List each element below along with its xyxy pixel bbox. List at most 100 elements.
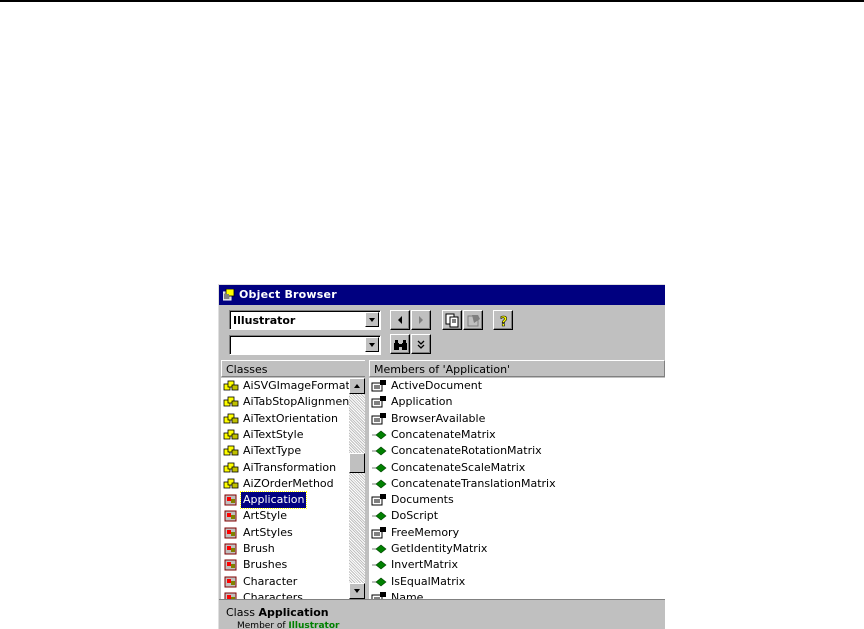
property-icon <box>371 526 387 539</box>
member-item[interactable]: ConcatenateScaleMatrix <box>369 460 665 476</box>
class-item[interactable]: AiZOrderMethod <box>221 476 349 492</box>
member-item[interactable]: Application <box>369 394 665 410</box>
enum-icon <box>223 396 239 408</box>
object-browser-icon <box>223 289 235 301</box>
enum-icon <box>223 429 239 441</box>
class-item[interactable]: Application <box>221 491 349 510</box>
class-item-label: AiTextType <box>243 444 302 458</box>
member-item[interactable]: BrowserAvailable <box>369 411 665 427</box>
search-button[interactable] <box>390 334 410 354</box>
class-icon <box>223 576 239 588</box>
scroll-down-arrow-icon[interactable] <box>349 583 365 599</box>
scroll-thumb[interactable] <box>349 453 365 473</box>
class-item-label: Brush <box>243 542 275 555</box>
member-item-label: GetIdentityMatrix <box>391 542 488 555</box>
member-item-label: ActiveDocument <box>391 379 483 392</box>
copy-button[interactable] <box>442 310 462 330</box>
member-item[interactable]: GetIdentityMatrix <box>369 541 665 557</box>
class-item-label: AiTransformation <box>243 460 337 474</box>
class-item[interactable]: AiTextStyle <box>221 427 349 443</box>
class-item[interactable]: Brush <box>221 541 349 557</box>
details-pane: Class Application Member of Illustrator <box>219 599 665 629</box>
details-class-line: Class Application <box>226 606 329 619</box>
classes-list: AiSVGImageFormat AiTabStopAlignment AiText… <box>221 378 349 599</box>
binoculars-icon <box>394 340 407 350</box>
library-dropdown[interactable]: Illustrator <box>229 310 381 330</box>
class-item[interactable]: Characters <box>221 590 349 599</box>
back-button[interactable] <box>390 310 410 330</box>
member-item[interactable]: DoScript <box>369 508 665 524</box>
property-icon <box>371 494 387 506</box>
member-item-label: Application <box>391 395 453 409</box>
property-icon <box>371 591 387 599</box>
class-item[interactable]: AiTextType <box>221 443 349 459</box>
member-item[interactable]: ConcatenateMatrix <box>369 427 665 443</box>
class-item[interactable]: Character <box>221 574 349 590</box>
class-item-label: Character <box>243 574 298 588</box>
help-button[interactable]: ? <box>493 310 513 330</box>
classes-scrollbar[interactable] <box>349 378 365 599</box>
class-item[interactable]: AiTextOrientation <box>221 411 349 427</box>
class-item-label: Application <box>239 491 308 510</box>
property-icon <box>371 412 387 425</box>
property-icon <box>371 380 387 392</box>
method-icon <box>371 543 387 555</box>
member-item[interactable]: IsEqualMatrix <box>369 574 665 590</box>
class-icon <box>223 494 239 506</box>
member-item-label: Documents <box>391 493 454 507</box>
class-item-label: AiTextStyle <box>243 427 304 441</box>
member-item-label: IsEqualMatrix <box>391 574 466 588</box>
class-item[interactable]: ArtStyle <box>221 508 349 524</box>
details-class-name: Application <box>258 606 329 619</box>
left-arrow-icon <box>398 316 402 324</box>
scroll-up-arrow-icon[interactable] <box>349 378 365 394</box>
search-dropdown[interactable] <box>229 335 381 355</box>
class-item[interactable]: ArtStyles <box>221 525 349 541</box>
member-item[interactable]: ActiveDocument <box>369 378 665 394</box>
method-icon <box>371 559 387 571</box>
member-item[interactable]: ConcatenateTranslationMatrix <box>369 476 665 492</box>
enum-icon <box>223 445 239 457</box>
enum-icon <box>223 478 239 490</box>
method-icon <box>371 462 387 474</box>
title-bar[interactable]: Object Browser <box>219 285 665 305</box>
svg-text:?: ? <box>500 315 508 329</box>
class-item[interactable]: AiTransformation <box>221 460 349 476</box>
forward-button[interactable] <box>411 310 431 330</box>
method-icon <box>371 429 387 441</box>
class-item-label: Brushes <box>243 558 288 572</box>
enum-icon <box>223 380 239 392</box>
property-icon <box>371 396 387 408</box>
search-dropdown-arrow-icon[interactable] <box>365 337 379 352</box>
right-arrow-icon <box>419 316 423 324</box>
method-icon <box>371 510 387 522</box>
member-item-label: Name <box>391 590 424 599</box>
library-dropdown-arrow-icon[interactable] <box>365 312 379 327</box>
member-item[interactable]: InvertMatrix <box>369 557 665 573</box>
double-chevron-down-icon <box>417 340 425 349</box>
member-item-label: BrowserAvailable <box>391 411 486 425</box>
class-icon <box>223 510 239 522</box>
member-item-label: ConcatenateMatrix <box>391 427 496 441</box>
class-item[interactable]: AiTabStopAlignment <box>221 394 349 410</box>
class-item-label: ArtStyles <box>243 525 293 539</box>
members-header: Members of 'Application' <box>369 360 665 377</box>
member-item[interactable]: Documents <box>369 492 665 508</box>
member-item-label: ConcatenateRotationMatrix <box>391 444 542 458</box>
class-item-label: AiSVGImageFormat <box>243 379 349 392</box>
member-item-label: ConcatenateTranslationMatrix <box>391 476 556 490</box>
member-item[interactable]: ConcatenateRotationMatrix <box>369 443 665 459</box>
toggle-search-results-button[interactable] <box>411 334 431 354</box>
view-definition-button[interactable] <box>463 310 483 330</box>
class-item[interactable]: AiSVGImageFormat <box>221 378 349 394</box>
member-item[interactable]: Name <box>369 590 665 599</box>
enum-icon <box>223 413 239 425</box>
member-item[interactable]: FreeMemory <box>369 525 665 541</box>
member-item-label: FreeMemory <box>391 525 460 539</box>
details-prefix: Class <box>226 606 259 619</box>
class-icon <box>223 559 239 571</box>
help-icon: ? <box>500 315 508 329</box>
class-item[interactable]: Brushes <box>221 557 349 573</box>
class-item-label: AiZOrderMethod <box>243 476 334 490</box>
method-icon <box>371 478 387 490</box>
